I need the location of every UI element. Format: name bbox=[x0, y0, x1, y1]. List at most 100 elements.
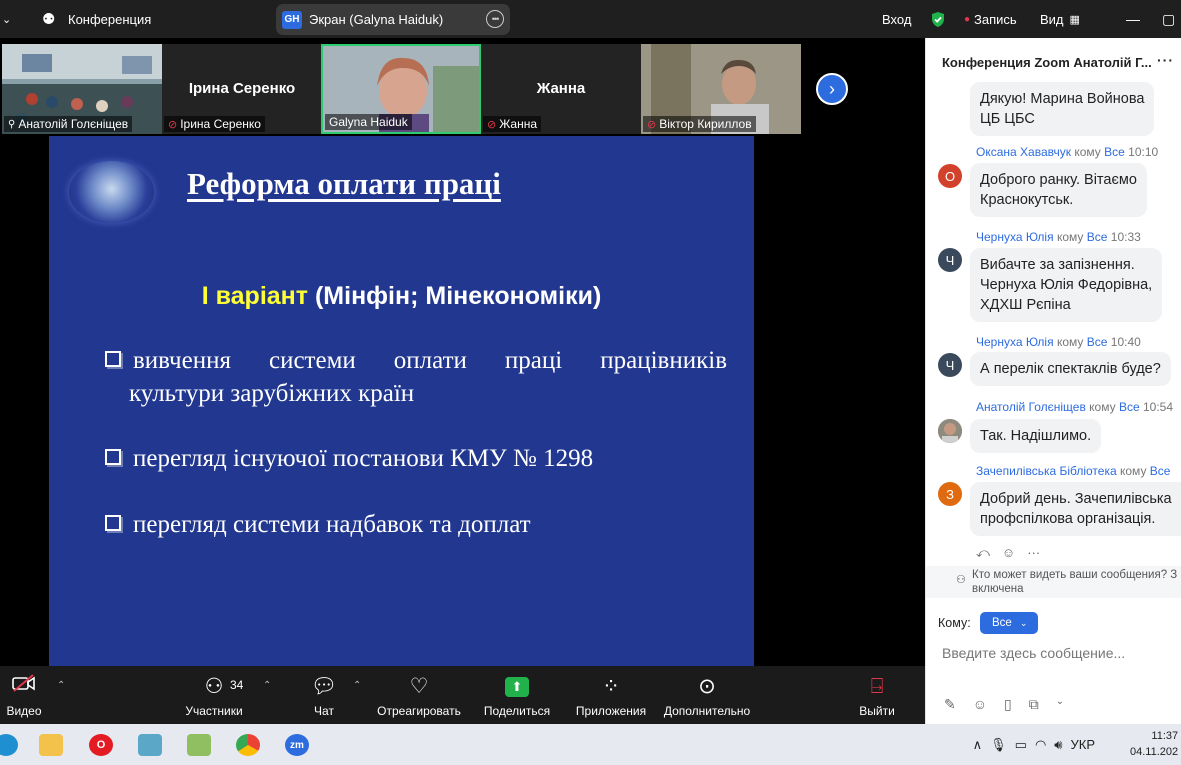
battery-icon[interactable]: ▭ bbox=[1015, 737, 1027, 753]
chevron-up-icon[interactable]: ⌃ bbox=[353, 680, 361, 691]
message-text: Так. Надішлимо. bbox=[980, 428, 1092, 444]
paint-icon[interactable] bbox=[187, 734, 211, 756]
tile-label: ⊘ Жанна bbox=[483, 116, 542, 132]
more-button[interactable]: ⊙ Дополнительно bbox=[662, 666, 752, 724]
chevron-up-icon[interactable]: ∧ bbox=[973, 737, 983, 753]
sender-name[interactable]: Чернуха Юлія bbox=[976, 335, 1054, 349]
screenshot-icon[interactable]: ⧉ bbox=[1029, 696, 1039, 713]
message-time: 10:40 bbox=[1110, 335, 1141, 349]
file-icon[interactable]: ▯ bbox=[1004, 696, 1012, 713]
clock[interactable]: 11:37 04.11.202 bbox=[1130, 728, 1178, 760]
opera-icon[interactable]: O bbox=[89, 734, 113, 756]
react-button[interactable]: ♡ Отреагировать bbox=[376, 666, 462, 724]
leave-button[interactable]: ⍈ Выйти bbox=[858, 666, 896, 724]
more-icon[interactable]: ··· bbox=[1157, 52, 1174, 68]
emoji-icon[interactable]: ☺ bbox=[973, 696, 987, 713]
more-icon[interactable]: ··· bbox=[1027, 545, 1040, 561]
avatar: Ч bbox=[938, 248, 962, 272]
chat-button[interactable]: 💬︎ Чат bbox=[308, 666, 340, 724]
record-indicator[interactable]: ● Запись bbox=[964, 0, 1017, 38]
slide-subtitle: І варіант (Мінфін; Мінекономіки) bbox=[49, 282, 754, 311]
minimize-icon[interactable]: — bbox=[1126, 0, 1140, 38]
chevron-down-icon[interactable]: ⌄ bbox=[2, 0, 11, 38]
emoji-reaction-icon[interactable]: ☺ bbox=[1002, 545, 1015, 561]
next-page-arrow-icon[interactable]: › bbox=[816, 73, 848, 105]
message-text: Доброго ранку. Вітаємо bbox=[980, 172, 1137, 188]
participants-button[interactable]: ⚇ Участники bbox=[184, 666, 244, 724]
video-button[interactable]: Видео bbox=[6, 666, 42, 724]
participant-name: Анатолій Голєніщев bbox=[18, 117, 129, 131]
chevron-up-icon[interactable]: ⌃ bbox=[263, 680, 271, 691]
notes-app-icon[interactable] bbox=[138, 734, 162, 756]
recipient-select[interactable]: Все ⌄ bbox=[980, 612, 1038, 634]
share-badge: GH bbox=[282, 10, 302, 29]
checkbox-bullet-icon bbox=[105, 449, 121, 465]
chat-message: А перелік спектаклів буде? bbox=[970, 352, 1171, 386]
slide-bullet: перегляд існуючої постанови КМУ № 1298 bbox=[105, 442, 727, 475]
format-text-icon[interactable]: ✎ bbox=[944, 696, 956, 713]
participants-icon: ⚉ bbox=[42, 11, 56, 28]
view-button[interactable]: Вид ▦ bbox=[1040, 0, 1080, 38]
sender-name[interactable]: Чернуха Юлія bbox=[976, 230, 1054, 244]
reply-icon[interactable]: ⤺ bbox=[976, 545, 990, 561]
video-off-icon bbox=[11, 673, 37, 699]
chat-label: Чат bbox=[314, 704, 334, 718]
wifi-icon[interactable]: ◠ bbox=[1035, 737, 1046, 753]
share-label: Поделиться bbox=[483, 704, 551, 718]
volume-icon[interactable]: 🔊︎ bbox=[1054, 737, 1062, 753]
share-screen-button[interactable]: ⬆ Поделиться bbox=[483, 666, 551, 724]
meeting-toolbar: Видео ⌃ ⚇ Участники 34 ⌃ 💬︎ Чат ⌃ ♡ Отре… bbox=[0, 666, 925, 724]
chat-message-input[interactable] bbox=[942, 642, 1172, 664]
video-tile[interactable]: Ірина Серенко ⊘ Ірина Серенко bbox=[162, 44, 322, 134]
file-explorer-icon[interactable] bbox=[39, 734, 63, 756]
chrome-icon[interactable] bbox=[236, 734, 260, 756]
people-icon: ⚇ bbox=[956, 574, 966, 586]
sender-name[interactable]: Зачепилівська Бібліотека bbox=[976, 464, 1117, 478]
signin-button[interactable]: Вход bbox=[882, 0, 911, 38]
apps-button[interactable]: ⁘ Приложения bbox=[573, 666, 649, 724]
tile-label: ⚲ Анатолій Голєніщев bbox=[4, 116, 133, 132]
message-text: ХДХШ Рєпіна bbox=[980, 297, 1071, 313]
chat-message: Добрий день. Зачепилівська профспілкова … bbox=[970, 482, 1181, 536]
message-time: 10:33 bbox=[1110, 230, 1141, 244]
screen-share-pill[interactable]: GH Экран (Galyna Haiduk) ••• bbox=[276, 4, 510, 35]
chat-message: Так. Надішлимо. bbox=[970, 419, 1102, 453]
chat-panel: Конференция Zoom Анатолій Г... ··· Дякую… bbox=[925, 38, 1181, 724]
avatar: Ч bbox=[938, 353, 962, 377]
zoom-app-icon[interactable]: zm bbox=[285, 734, 309, 756]
subtitle-rest: (Мінфін; Мінекономіки) bbox=[308, 282, 602, 310]
leave-door-icon: ⍈ bbox=[870, 675, 884, 698]
video-gallery: ⚲ Анатолій Голєніщев Ірина Серенко ⊘ Іри… bbox=[0, 38, 925, 136]
recipient-name: Все bbox=[1104, 145, 1125, 159]
avatar bbox=[938, 419, 962, 443]
record-label: Запись bbox=[974, 11, 1017, 27]
clock-time: 11:37 bbox=[1151, 730, 1179, 742]
sender-name[interactable]: Оксана Хававчук bbox=[976, 145, 1071, 159]
video-tile[interactable]: ⊘ Віктор Кириллов bbox=[641, 44, 801, 134]
more-icon[interactable]: ••• bbox=[486, 10, 504, 28]
participants-icon: ⚇ bbox=[204, 675, 224, 698]
video-tile[interactable]: Жанна ⊘ Жанна bbox=[481, 44, 641, 134]
chevron-down-icon[interactable]: ⌄ bbox=[1056, 696, 1064, 713]
more-label: Дополнительно bbox=[663, 704, 751, 718]
tile-label: ⊘ Віктор Кириллов bbox=[643, 116, 756, 132]
language-indicator[interactable]: УКР bbox=[1070, 737, 1095, 752]
recipient-name: Все bbox=[1118, 400, 1140, 414]
recipient-prefix: кому bbox=[1089, 400, 1116, 414]
chevron-up-icon[interactable]: ⌃ bbox=[57, 680, 65, 691]
edge-icon[interactable] bbox=[0, 734, 18, 756]
recipient-prefix: кому bbox=[1120, 464, 1147, 478]
slide-title: Реформа оплати праці bbox=[187, 166, 501, 201]
sender-name[interactable]: Анатолій Голєніщев bbox=[976, 400, 1086, 414]
clock-date: 04.11.202 bbox=[1130, 746, 1179, 758]
apps-label: Приложения bbox=[575, 704, 647, 718]
video-tile-active-speaker[interactable]: Galyna Haiduk bbox=[321, 44, 481, 134]
more-circle-icon: ⊙ bbox=[698, 675, 716, 698]
chat-visibility-info[interactable]: ⚇ Кто может видеть ваши сообщения? З вкл… bbox=[926, 566, 1181, 598]
recipient-value: Все bbox=[992, 617, 1012, 629]
microphone-icon[interactable]: 🎙︎ bbox=[990, 737, 1007, 753]
apps-icon: ⁘ bbox=[602, 675, 620, 698]
video-tile[interactable]: ⚲ Анатолій Голєніщев bbox=[2, 44, 162, 134]
video-label: Видео bbox=[6, 704, 42, 718]
restore-icon[interactable]: ▢ bbox=[1162, 0, 1175, 38]
